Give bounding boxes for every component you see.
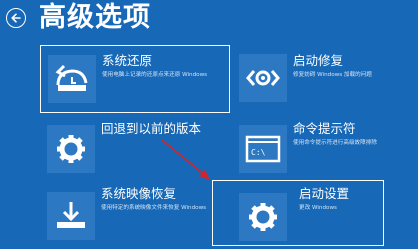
system-image-icon bbox=[47, 192, 95, 240]
option-system-restore[interactable]: 系统还原 使用电脑上记录的还原点来还原 Windows bbox=[40, 45, 230, 113]
command-prompt-icon: C:\ bbox=[239, 125, 287, 173]
option-label: 系统映像恢复 bbox=[101, 186, 177, 201]
option-command-prompt[interactable]: C:\ 命令提示符 使用命令提示符进行高级故障排除 bbox=[232, 115, 412, 181]
option-label: 启动修复 bbox=[293, 53, 344, 68]
option-startup-repair[interactable]: 启动修复 修复妨碍 Windows 加载的问题 bbox=[232, 45, 412, 113]
option-description: 更改 Windows bbox=[299, 205, 337, 211]
option-label: 启动设置 bbox=[299, 186, 350, 201]
option-description: 使用电脑上记录的还原点来还原 Windows bbox=[102, 72, 208, 78]
gear-icon bbox=[239, 193, 287, 241]
back-arrow-icon bbox=[11, 13, 21, 23]
svg-text:C:\: C:\ bbox=[251, 148, 266, 157]
gear-icon bbox=[47, 125, 95, 173]
option-system-image-recovery[interactable]: 系统映像恢复 使用特定的系统映像文件来恢复 Windows bbox=[40, 184, 230, 248]
option-label: 回退到以前的版本 bbox=[101, 121, 202, 136]
option-startup-settings[interactable]: 启动设置 更改 Windows bbox=[212, 180, 384, 246]
option-label: 系统还原 bbox=[102, 53, 153, 68]
option-description: 修复妨碍 Windows 加载的问题 bbox=[293, 72, 372, 78]
option-description: 使用命令提示符进行高级故障排除 bbox=[293, 140, 377, 146]
option-label: 命令提示符 bbox=[293, 121, 356, 136]
system-restore-icon bbox=[48, 55, 96, 103]
back-button[interactable] bbox=[6, 8, 26, 28]
page-title: 高级选项 bbox=[39, 2, 151, 33]
code-brackets-gear-icon bbox=[239, 54, 287, 102]
annotation-arrow-icon bbox=[161, 139, 210, 180]
